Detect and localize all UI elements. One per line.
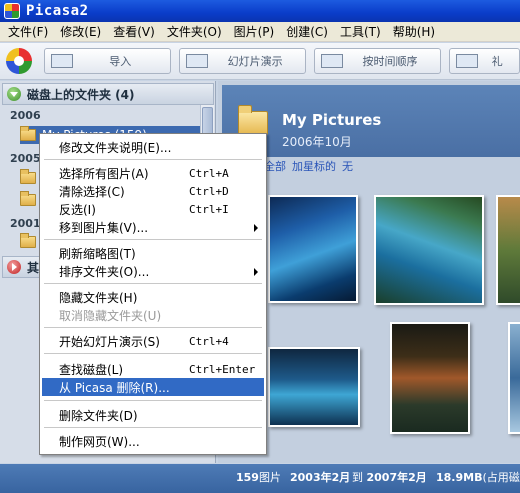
gift-cd-icon [455,54,478,68]
menu-edit[interactable]: 修改(E) [54,23,107,40]
menu-item-remove-from-picasa[interactable]: 从 Picasa 删除(R)... [42,378,264,396]
status-date-to: 到 2007年2月 [352,471,427,484]
photo-thumbnail[interactable] [496,195,520,305]
timeline-button[interactable]: 按时间顺序 [313,48,441,74]
year-label: 2001 [10,217,41,230]
status-size: 18.9MB(占用磁盘 [436,471,520,484]
menu-item-refresh-thumbnails[interactable]: 刷新缩略图(T) [42,244,264,262]
menu-tools[interactable]: 工具(T) [334,23,387,40]
year-label: 2005 [10,152,41,165]
menu-item-clear-selection[interactable]: 清除选择(C) Ctrl+D [42,182,264,200]
folder-icon [20,233,36,248]
menu-help[interactable]: 帮助(H) [387,23,441,40]
menu-item-move-to-album[interactable]: 移到图片集(V)... [42,218,264,236]
menu-separator [44,427,262,428]
menu-item-unhide-folder: 取消隐藏文件夹(U) [59,308,162,323]
menu-separator [44,283,262,284]
menu-item-hide-folder[interactable]: 隐藏文件夹(H) [42,288,264,306]
filter-bar: 全部 加星标的 无 [264,158,359,174]
menu-item-locate-on-disk[interactable]: 查找磁盘(L) Ctrl+Enter [42,360,264,378]
folder-title: My Pictures [282,111,382,129]
menu-create[interactable]: 创建(C) [280,23,334,40]
menu-item-make-webpage[interactable]: 制作网页(W)... [42,432,264,450]
menu-separator [44,239,262,240]
filter-none[interactable]: 无 [342,158,353,174]
expand-arrow-icon [7,260,21,274]
status-count: 159图片 [236,471,281,484]
photo-thumbnail[interactable] [374,195,484,305]
folder-icon [20,169,36,184]
timeline-icon [320,54,343,68]
picasa-logo-icon[interactable] [6,48,32,74]
folder-icon [238,105,268,135]
folder-icon [20,191,36,206]
gift-cd-button[interactable]: 礼 [448,48,520,74]
menu-item-start-slideshow[interactable]: 开始幻灯片演示(S) Ctrl+4 [42,332,264,350]
menu-item-sort-folders[interactable]: 排序文件夹(O)... [42,262,264,280]
menu-separator [44,327,262,328]
camera-icon [50,54,73,68]
menu-separator [44,353,262,354]
import-button[interactable]: 导入 [43,48,171,74]
collapse-arrow-icon [7,87,21,101]
window-title: Picasa2 [26,3,89,19]
status-date-from: 2003年2月 [290,471,351,484]
folder-context-menu: 修改文件夹说明(E)... 选择所有图片(A) Ctrl+A 清除选择(C) C… [39,133,267,455]
status-bar: 159图片 2003年2月 到 2007年2月 18.9MB(占用磁盘 [0,464,520,493]
picasa-app-icon [4,3,20,19]
folder-date: 2006年10月 [282,135,352,149]
submenu-arrow-icon [254,268,258,276]
menu-item-invert-selection[interactable]: 反选(I) Ctrl+I [42,200,264,218]
menu-item-edit-folder-description[interactable]: 修改文件夹说明(E)... [42,138,264,156]
menu-bar: 文件(F) 修改(E) 查看(V) 文件夹(O) 图片(P) 创建(C) 工具(… [0,22,520,42]
toolbar: 导入 幻灯片演示 按时间顺序 礼 [0,43,520,80]
menu-folder[interactable]: 文件夹(O) [161,23,228,40]
menu-separator [44,159,262,160]
slideshow-icon [185,54,208,68]
menu-separator [44,400,262,401]
photo-thumbnail[interactable] [268,347,360,427]
submenu-arrow-icon [254,224,258,232]
menu-file[interactable]: 文件(F) [2,23,54,40]
title-bar: Picasa2 [0,0,520,22]
menu-picture[interactable]: 图片(P) [228,23,281,40]
menu-item-delete-folder[interactable]: 删除文件夹(D) [42,406,264,424]
menu-view[interactable]: 查看(V) [107,23,161,40]
menu-item-select-all[interactable]: 选择所有图片(A) Ctrl+A [42,164,264,182]
photo-thumbnail[interactable] [268,195,358,303]
photo-thumbnail[interactable] [508,322,520,434]
year-label: 2006 [10,109,41,122]
folder-icon [20,126,36,141]
photo-thumbnail[interactable] [390,322,470,434]
slideshow-button[interactable]: 幻灯片演示 [178,48,306,74]
folders-on-disk-header[interactable]: 磁盘上的文件夹 (4) [2,83,214,105]
filter-starred[interactable]: 加星标的 [292,158,336,174]
filter-all[interactable]: 全部 [264,158,286,174]
